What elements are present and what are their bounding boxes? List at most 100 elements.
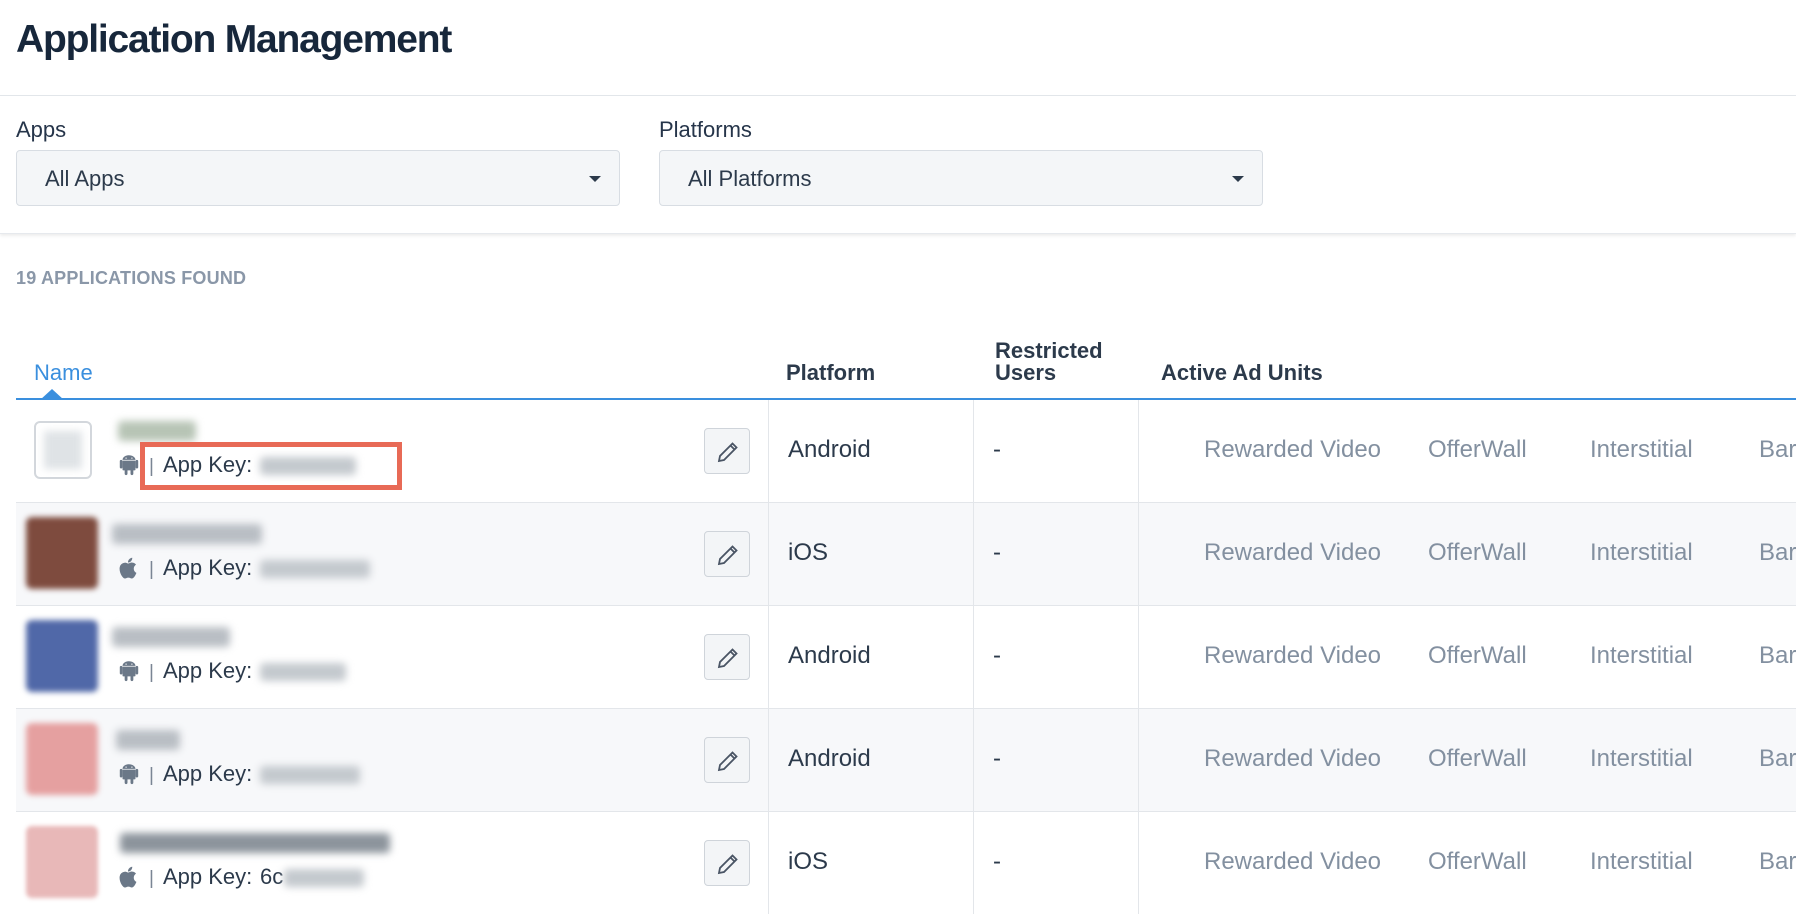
app-name-cell: | App Key: [16, 709, 769, 811]
pencil-icon [717, 751, 738, 772]
platform-cell: iOS [769, 812, 974, 914]
filters-bar: Apps All Apps Platforms All Platforms [0, 96, 1796, 234]
separator: | [149, 765, 154, 786]
separator: | [149, 559, 154, 580]
ad-unit-rewarded-video[interactable]: Rewarded Video [1204, 539, 1381, 567]
table-row: | App Key: Android - Rewarded Video Offe… [16, 709, 1796, 812]
restricted-users-value: - [993, 436, 1001, 463]
table-row: | App Key: iOS - Rewarded Video OfferWal… [16, 503, 1796, 606]
column-header-platform[interactable]: Platform [786, 362, 875, 384]
ad-unit-banner[interactable]: Bar [1759, 848, 1796, 876]
pencil-icon [717, 648, 738, 669]
edit-app-button[interactable] [704, 840, 750, 886]
app-name-redacted [116, 730, 180, 750]
page-header: Application Management [0, 0, 1796, 96]
ad-unit-offerwall[interactable]: OfferWall [1428, 745, 1527, 773]
app-key-partial: 6c [260, 864, 284, 889]
restricted-users-cell: - [974, 503, 1139, 605]
ad-unit-interstitial[interactable]: Interstitial [1590, 539, 1693, 567]
apple-icon [116, 555, 142, 581]
app-key-redacted [260, 766, 360, 784]
ad-unit-banner[interactable]: Bar [1759, 436, 1796, 464]
pencil-icon [717, 442, 738, 463]
app-name-cell: | App Key: [16, 606, 769, 708]
app-icon [26, 826, 98, 898]
ad-unit-banner[interactable]: Bar [1759, 539, 1796, 567]
android-icon [116, 761, 142, 787]
edit-app-button[interactable] [704, 737, 750, 783]
edit-app-button[interactable] [704, 428, 750, 474]
apps-filter-label: Apps [16, 117, 67, 142]
results-count: 19 APPLICATIONS FOUND [16, 268, 247, 288]
platform-cell: Android [769, 400, 974, 502]
app-key-label: App Key: [163, 864, 253, 889]
app-name-cell: | App Key: [16, 503, 769, 605]
sort-indicator-icon [40, 389, 64, 400]
table-row: | App Key: Android - Rewarded Video Offe… [16, 400, 1796, 503]
platform-text: Android [788, 642, 871, 669]
separator: | [149, 868, 154, 889]
column-header-name[interactable]: Name [34, 362, 93, 384]
ad-unit-offerwall[interactable]: OfferWall [1428, 848, 1527, 876]
app-key-label: App Key: [163, 761, 253, 786]
platform-text: Android [788, 745, 871, 772]
ad-unit-offerwall[interactable]: OfferWall [1428, 539, 1527, 567]
highlight-annotation [140, 442, 402, 490]
ad-unit-rewarded-video[interactable]: Rewarded Video [1204, 642, 1381, 670]
restricted-users-cell: - [974, 709, 1139, 811]
ad-unit-interstitial[interactable]: Interstitial [1590, 436, 1693, 464]
app-key-label: App Key: [163, 555, 253, 580]
app-name-redacted [112, 627, 230, 647]
edit-app-button[interactable] [704, 531, 750, 577]
ad-unit-interstitial[interactable]: Interstitial [1590, 745, 1693, 773]
platforms-filter-label: Platforms [659, 117, 752, 142]
app-key-label: App Key: [163, 658, 253, 683]
table-row: | App Key: 6c iOS - Rewarded Video Offer… [16, 812, 1796, 914]
table-row: | App Key: Android - Rewarded Video Offe… [16, 606, 1796, 709]
app-name-cell: | App Key: [16, 400, 769, 502]
app-name-redacted [118, 421, 196, 441]
platform-text: iOS [788, 539, 829, 566]
app-key-redacted [260, 663, 346, 681]
pencil-icon [717, 854, 738, 875]
app-name-redacted [120, 833, 390, 853]
restricted-users-value: - [993, 642, 1001, 669]
column-header-restricted-users[interactable]: Restricted Users [995, 340, 1115, 384]
ad-units-cell: Rewarded Video OfferWall Interstitial Ba… [1139, 812, 1796, 914]
ad-units-cell: Rewarded Video OfferWall Interstitial Ba… [1139, 606, 1796, 708]
restricted-users-value: - [993, 539, 1001, 566]
ad-unit-interstitial[interactable]: Interstitial [1590, 642, 1693, 670]
app-icon [26, 723, 98, 795]
platform-cell: iOS [769, 503, 974, 605]
separator: | [149, 662, 154, 683]
app-name-redacted [112, 524, 262, 544]
platform-cell: Android [769, 709, 974, 811]
ad-unit-offerwall[interactable]: OfferWall [1428, 436, 1527, 464]
ad-unit-rewarded-video[interactable]: Rewarded Video [1204, 745, 1381, 773]
app-key-redacted [260, 560, 370, 578]
pencil-icon [717, 545, 738, 566]
ad-unit-rewarded-video[interactable]: Rewarded Video [1204, 436, 1381, 464]
ad-unit-banner[interactable]: Bar [1759, 745, 1796, 773]
ad-unit-banner[interactable]: Bar [1759, 642, 1796, 670]
apps-filter-value: All Apps [45, 166, 125, 191]
table-header: Name Platform Restricted Users Active Ad… [16, 320, 1796, 400]
edit-app-button[interactable] [704, 634, 750, 680]
restricted-users-cell: - [974, 606, 1139, 708]
caret-down-icon [1232, 176, 1244, 182]
column-header-active-ad-units[interactable]: Active Ad Units [1161, 362, 1323, 384]
platforms-filter-select[interactable]: All Platforms [659, 150, 1263, 206]
ad-unit-rewarded-video[interactable]: Rewarded Video [1204, 848, 1381, 876]
ad-unit-interstitial[interactable]: Interstitial [1590, 848, 1693, 876]
apps-filter-select[interactable]: All Apps [16, 150, 620, 206]
restricted-users-value: - [993, 745, 1001, 772]
ad-units-cell: Rewarded Video OfferWall Interstitial Ba… [1139, 400, 1796, 502]
restricted-users-value: - [993, 848, 1001, 875]
caret-down-icon [589, 176, 601, 182]
ad-unit-offerwall[interactable]: OfferWall [1428, 642, 1527, 670]
app-name-cell: | App Key: 6c [16, 812, 769, 914]
android-icon [116, 658, 142, 684]
app-icon [34, 421, 92, 479]
platform-text: iOS [788, 848, 829, 875]
app-icon [26, 517, 98, 589]
